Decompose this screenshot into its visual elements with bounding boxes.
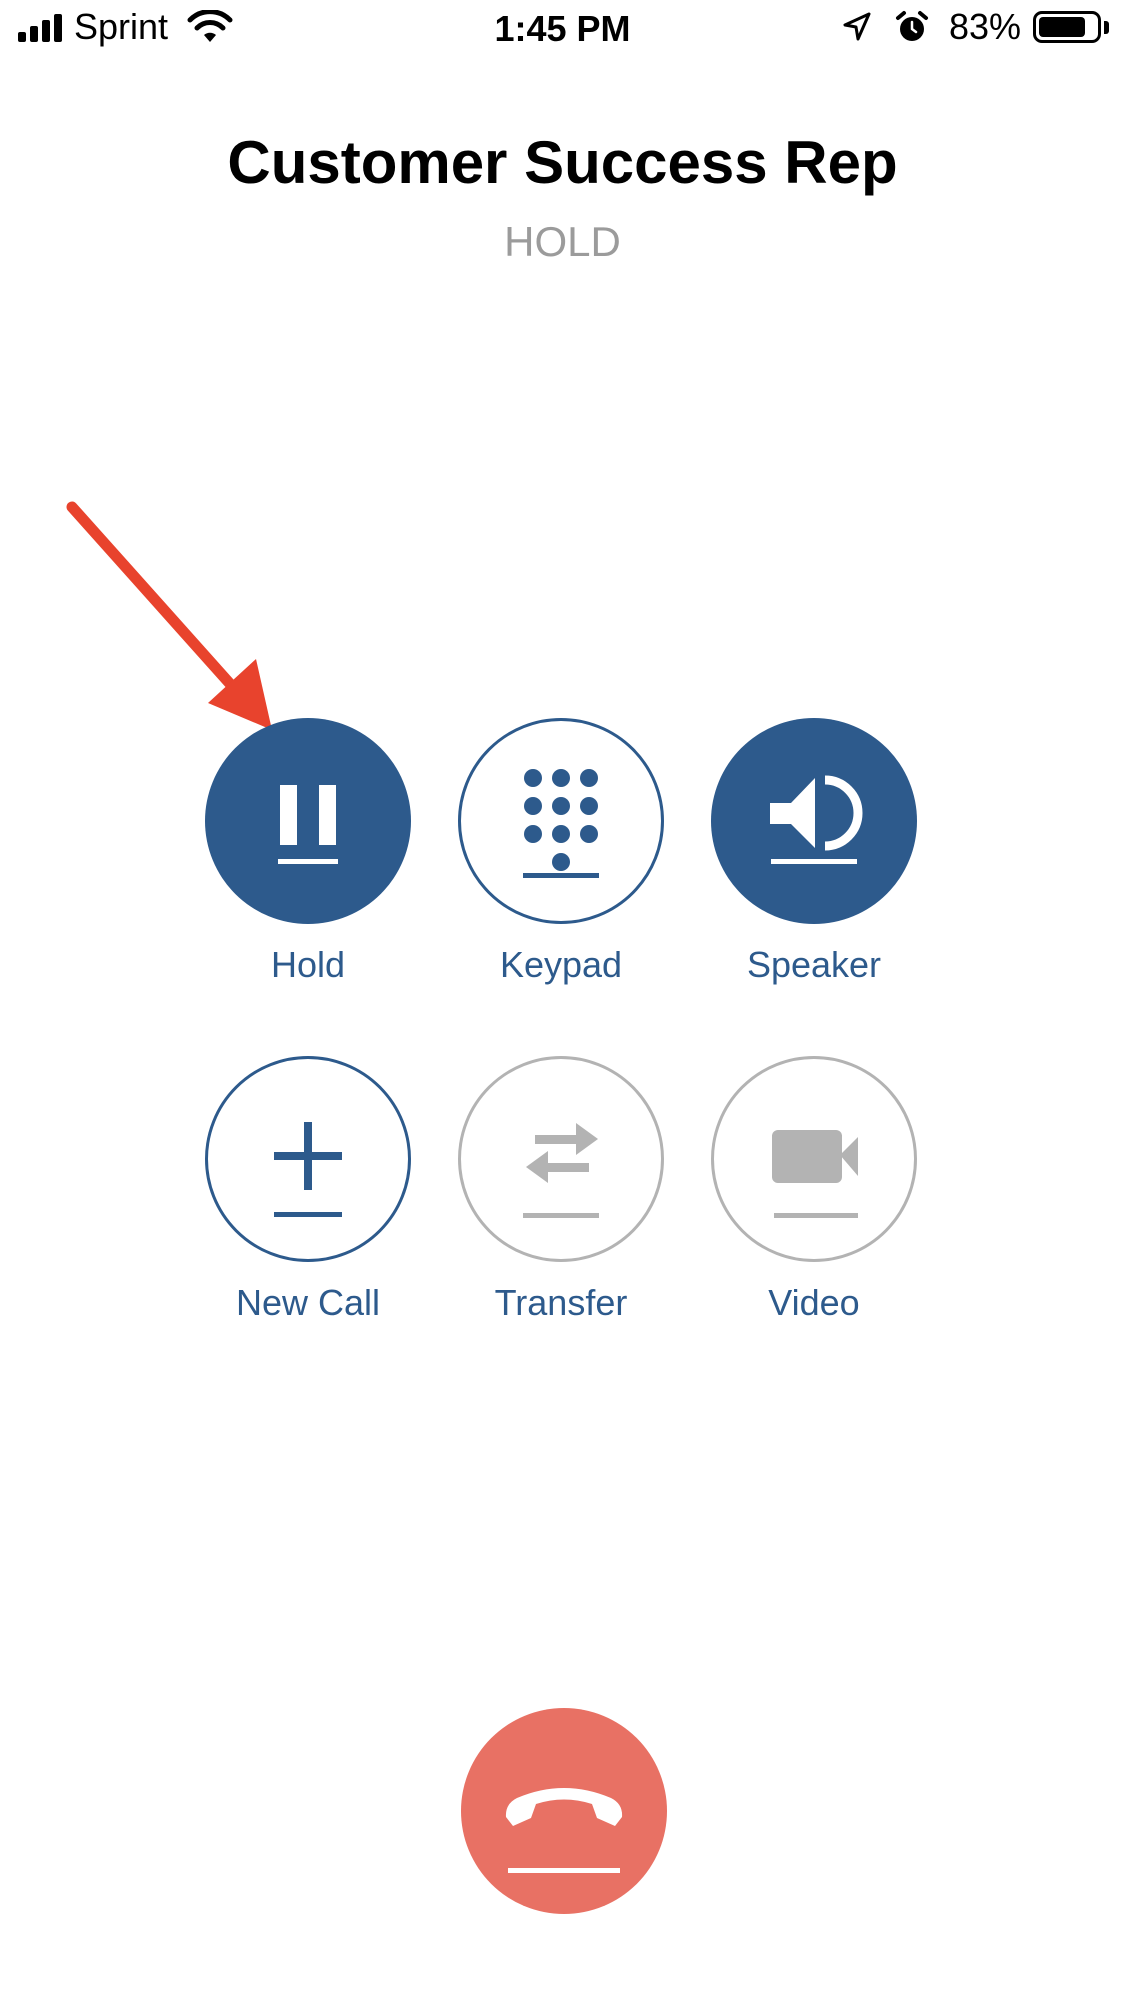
transfer-label: Transfer bbox=[494, 1282, 628, 1323]
keypad-button[interactable]: Keypad bbox=[431, 718, 691, 986]
hang-up-icon bbox=[505, 1788, 623, 1873]
alarm-icon bbox=[895, 11, 928, 41]
battery-icon bbox=[1033, 11, 1101, 43]
new-call-label: New Call bbox=[235, 1282, 381, 1323]
video-label: Video bbox=[768, 1282, 860, 1323]
pause-icon bbox=[278, 785, 338, 864]
hold-button[interactable]: Hold bbox=[178, 718, 438, 986]
end-call-button[interactable] bbox=[461, 1708, 667, 1914]
battery-level-fill bbox=[1039, 17, 1086, 37]
transfer-button[interactable]: Transfer bbox=[431, 1056, 691, 1324]
keypad-icon bbox=[523, 769, 599, 878]
hold-label: Hold bbox=[270, 944, 346, 985]
status-bar-right: 83% bbox=[841, 6, 1109, 48]
transfer-button-circle[interactable] bbox=[458, 1056, 664, 1262]
keypad-label: Keypad bbox=[499, 944, 623, 985]
plus-icon bbox=[274, 1122, 342, 1217]
status-bar: Sprint 1:45 PM 83% bbox=[0, 0, 1125, 64]
new-call-button-circle[interactable] bbox=[205, 1056, 411, 1262]
video-button[interactable]: Video bbox=[684, 1056, 944, 1324]
video-button-circle[interactable] bbox=[711, 1056, 917, 1262]
battery-tip bbox=[1104, 20, 1109, 34]
keypad-button-circle[interactable] bbox=[458, 718, 664, 924]
battery-percentage: 83% bbox=[948, 6, 1021, 47]
location-icon bbox=[843, 12, 871, 41]
speaker-button[interactable]: Speaker bbox=[684, 718, 944, 986]
video-camera-icon bbox=[772, 1130, 858, 1218]
speaker-label: Speaker bbox=[746, 944, 882, 985]
call-status: HOLD bbox=[504, 218, 621, 265]
caller-name: Customer Success Rep bbox=[227, 129, 898, 196]
speaker-icon bbox=[770, 775, 863, 864]
hold-button-circle[interactable] bbox=[205, 718, 411, 924]
annotation-arrow-icon bbox=[66, 501, 272, 730]
transfer-icon bbox=[523, 1123, 599, 1218]
new-call-button[interactable]: New Call bbox=[178, 1056, 438, 1324]
speaker-button-circle[interactable] bbox=[711, 718, 917, 924]
